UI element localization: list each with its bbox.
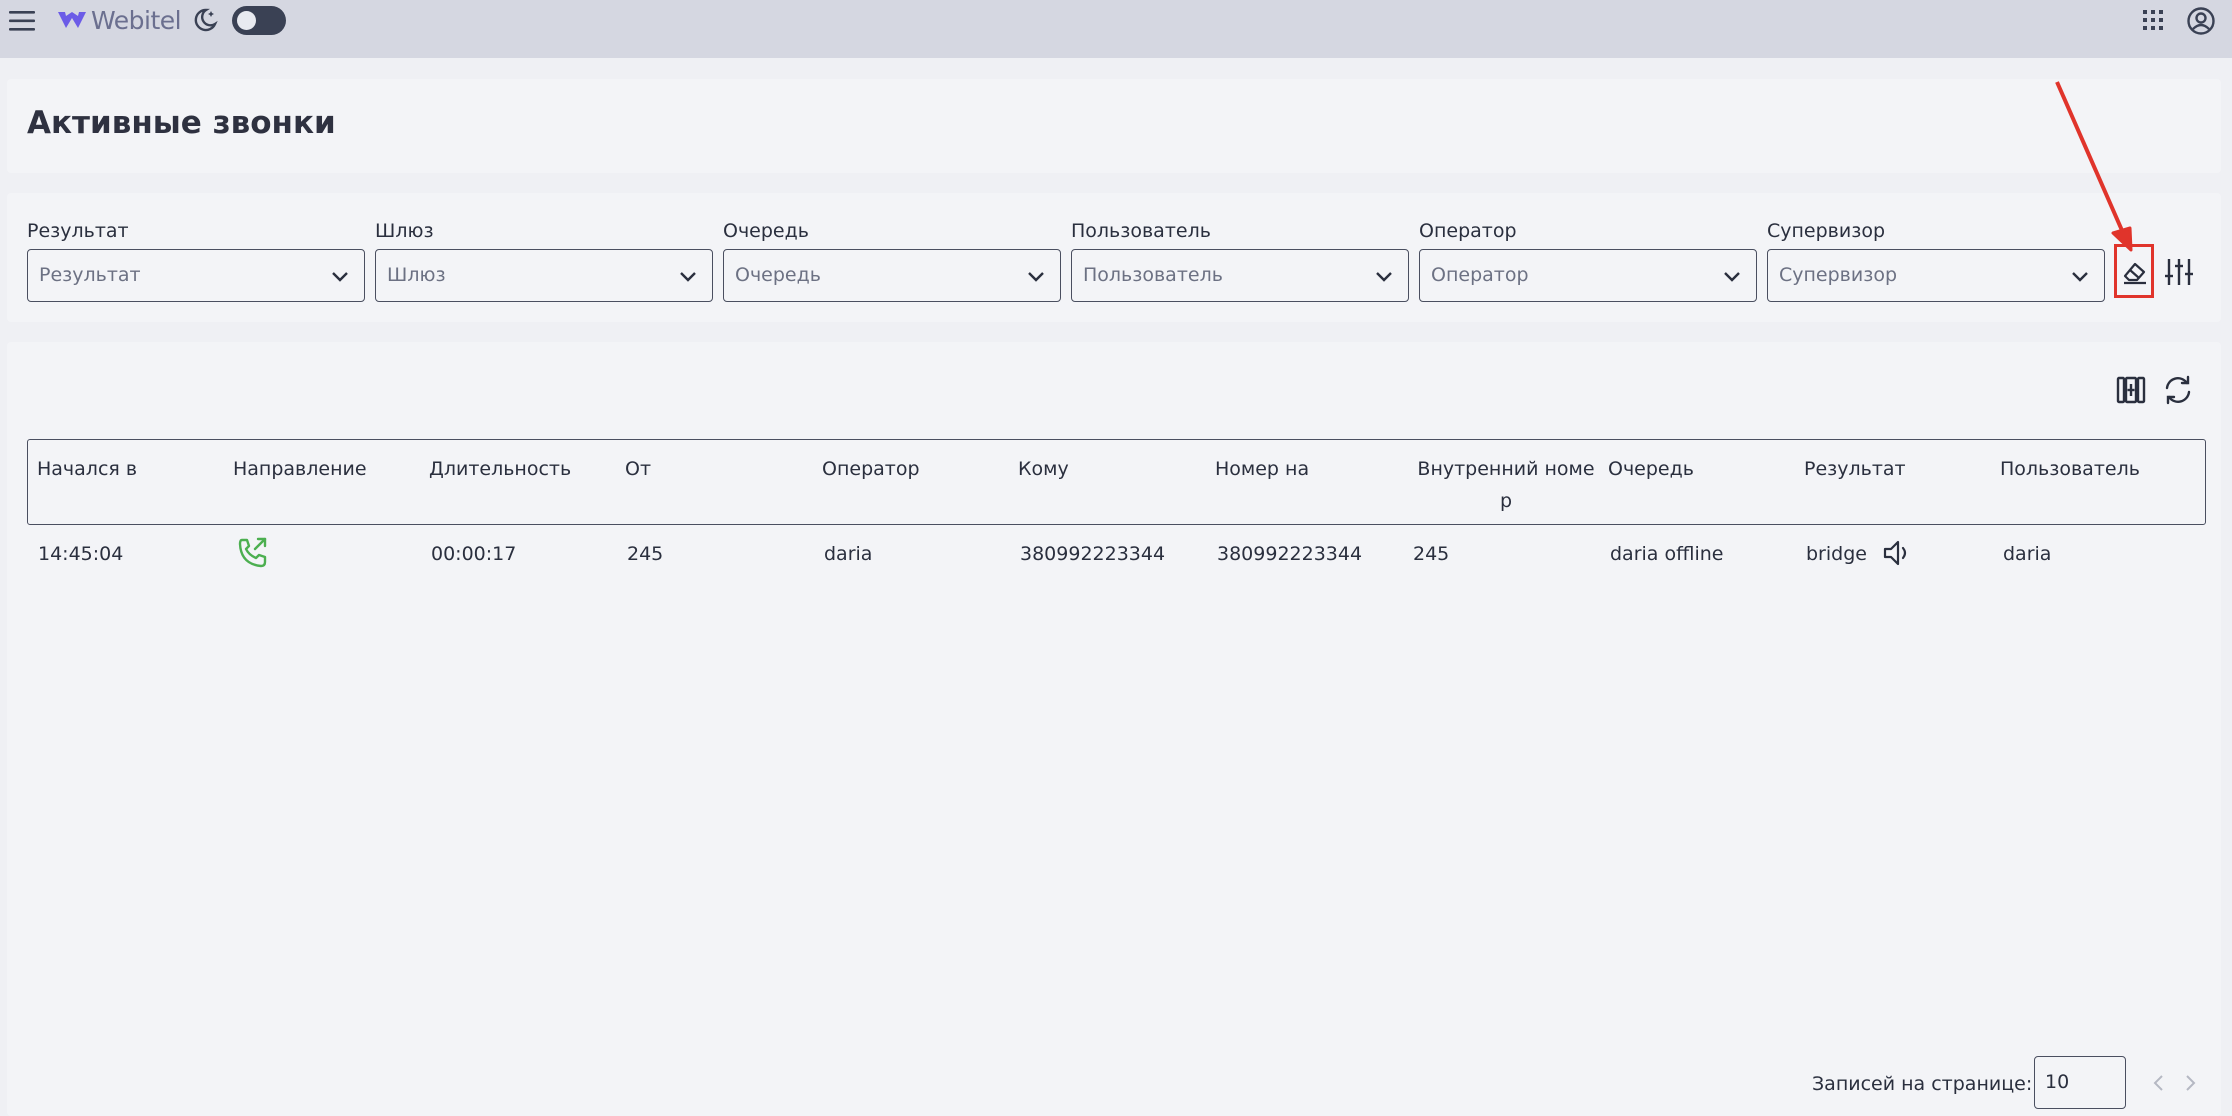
eraser-icon [2123,262,2146,285]
column-header-result[interactable]: Результат [1804,453,1906,485]
chevron-down-icon [332,272,348,282]
filter-queue-placeholder: Очередь [735,264,821,286]
filter-result-placeholder: Результат [39,264,141,286]
filters-card: Результат Результат Шлюз Шлюз Очередь Оч… [7,193,2221,322]
moon-icon [194,8,218,32]
column-header-to[interactable]: Кому [1018,453,1069,485]
filter-user: Пользователь Пользователь [1071,219,1409,302]
filter-gateway-select[interactable]: Шлюз [375,249,713,302]
cell-from: 245 [627,543,664,565]
chevron-down-icon [1376,272,1392,282]
filter-supervisor-label: Супервизор [1767,220,1886,242]
cell-to: 380992223344 [1020,543,1166,565]
filter-supervisor: Супервизор Супервизор [1767,219,2105,302]
theme-toggle-knob [237,11,256,30]
filter-supervisor-select[interactable]: Супервизор [1767,249,2105,302]
cell-user: daria [2003,543,2052,565]
theme-toggle[interactable] [232,6,286,35]
page-header-card: Активные звонки [7,79,2221,173]
filter-result-select[interactable]: Результат [27,249,365,302]
rows-per-page-input[interactable]: 10 [2034,1056,2126,1109]
cell-result: bridge [1806,543,1867,565]
filter-operator-placeholder: Оператор [1431,264,1529,286]
filter-operator: Оператор Оператор [1419,219,1757,302]
filter-result-label: Результат [27,220,129,242]
column-header-operator[interactable]: Оператор [822,453,920,485]
column-header-duration[interactable]: Длительность [429,453,571,485]
column-header-number-on[interactable]: Номер на [1215,453,1309,485]
filter-gateway: Шлюз Шлюз [375,219,713,302]
filter-settings-icon[interactable] [2164,257,2194,287]
column-header-extension-line2: р [1499,490,1513,512]
cell-operator: daria [824,543,873,565]
filter-operator-label: Оператор [1419,220,1517,242]
clear-filters-button[interactable] [2114,244,2154,298]
page-title: Активные звонки [27,105,336,141]
cell-queue: daria offline [1610,543,1724,565]
filter-supervisor-placeholder: Супервизор [1779,264,1898,286]
refresh-icon[interactable] [2162,374,2194,406]
apps-grid-icon[interactable] [2142,9,2164,31]
column-header-queue[interactable]: Очередь [1608,453,1694,485]
column-header-from[interactable]: От [625,453,651,485]
cell-number-on: 380992223344 [1217,543,1363,565]
phone-outbound-icon [238,537,267,568]
calls-table-card: Начался в Направление Длительность От Оп… [7,342,2221,1116]
column-header-direction[interactable]: Направление [233,453,367,485]
chevron-down-icon [1028,272,1044,282]
menu-icon[interactable] [7,8,37,34]
column-header-started[interactable]: Начался в [37,453,137,485]
column-header-extension-line1: Внутренний номе [1417,458,1595,480]
filter-gateway-placeholder: Шлюз [387,264,446,286]
cell-extension: 245 [1413,543,1450,565]
speaker-icon[interactable] [1880,536,1914,570]
cell-started: 14:45:04 [38,543,124,565]
column-select-icon[interactable] [2115,374,2147,406]
chevron-right-icon[interactable] [2180,1073,2200,1093]
filter-queue-select[interactable]: Очередь [723,249,1061,302]
filter-user-label: Пользователь [1071,220,1211,242]
filter-gateway-label: Шлюз [375,220,434,242]
account-icon[interactable] [2186,6,2216,36]
webitel-logo-mark-icon [58,12,86,28]
column-header-user[interactable]: Пользователь [2000,453,2140,485]
table-header: Начался в Направление Длительность От Оп… [27,439,2206,525]
cell-duration: 00:00:17 [431,543,517,565]
filter-queue: Очередь Очередь [723,219,1061,302]
chevron-down-icon [2072,272,2088,282]
chevron-down-icon [680,272,696,282]
filter-queue-label: Очередь [723,220,809,242]
webitel-logo[interactable]: Webitel [57,2,182,38]
filter-operator-select[interactable]: Оператор [1419,249,1757,302]
filter-user-placeholder: Пользователь [1083,264,1223,286]
column-header-extension[interactable]: Внутренний номе р [1416,453,1596,517]
chevron-down-icon [1724,272,1740,282]
filter-user-select[interactable]: Пользователь [1071,249,1409,302]
rows-per-page-label: Записей на странице: [1812,1073,2033,1095]
top-bar: Webitel [0,0,2232,58]
logo-text: Webitel [91,5,182,35]
filter-result: Результат Результат [27,219,365,302]
chevron-left-icon[interactable] [2149,1073,2169,1093]
